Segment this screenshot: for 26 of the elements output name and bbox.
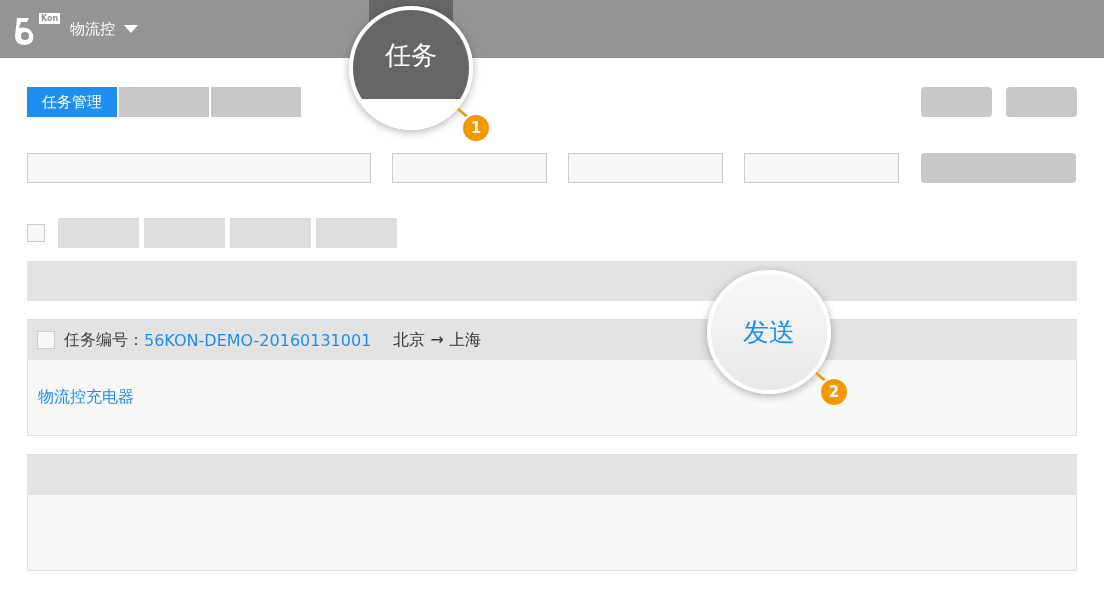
input-field[interactable] xyxy=(27,153,371,183)
task-id-link[interactable]: 56KON-DEMO-20160131001 xyxy=(144,330,372,350)
placeholder-tab[interactable] xyxy=(211,87,301,117)
tab[interactable]: 任务管理 xyxy=(27,87,117,117)
step-badge: 1 xyxy=(461,113,491,143)
logo-badge: Kon xyxy=(39,13,61,24)
callout-text: 发送 xyxy=(743,315,795,349)
placeholder-button[interactable] xyxy=(230,218,311,248)
item-link[interactable]: 物流控充电器 xyxy=(38,387,134,408)
input-field[interactable] xyxy=(744,153,899,183)
placeholder-button[interactable] xyxy=(921,87,992,117)
checkbox[interactable] xyxy=(27,224,45,242)
app-menu[interactable]: 物流控 xyxy=(70,19,139,39)
input-field[interactable] xyxy=(568,153,723,183)
placeholder-tab[interactable] xyxy=(119,87,209,117)
route-text: 北京 → 上海 xyxy=(393,329,481,351)
task-id-label: 任务编号： xyxy=(64,329,144,351)
placeholder-button[interactable] xyxy=(1006,87,1077,117)
placeholder-button[interactable] xyxy=(921,153,1076,183)
input-field[interactable] xyxy=(392,153,547,183)
placeholder-button[interactable] xyxy=(316,218,397,248)
placeholder-button[interactable] xyxy=(144,218,225,248)
checkbox[interactable] xyxy=(37,331,55,349)
placeholder-button[interactable] xyxy=(58,218,139,248)
callout-text: 任务 xyxy=(385,39,437,72)
caret-icon xyxy=(124,25,139,33)
